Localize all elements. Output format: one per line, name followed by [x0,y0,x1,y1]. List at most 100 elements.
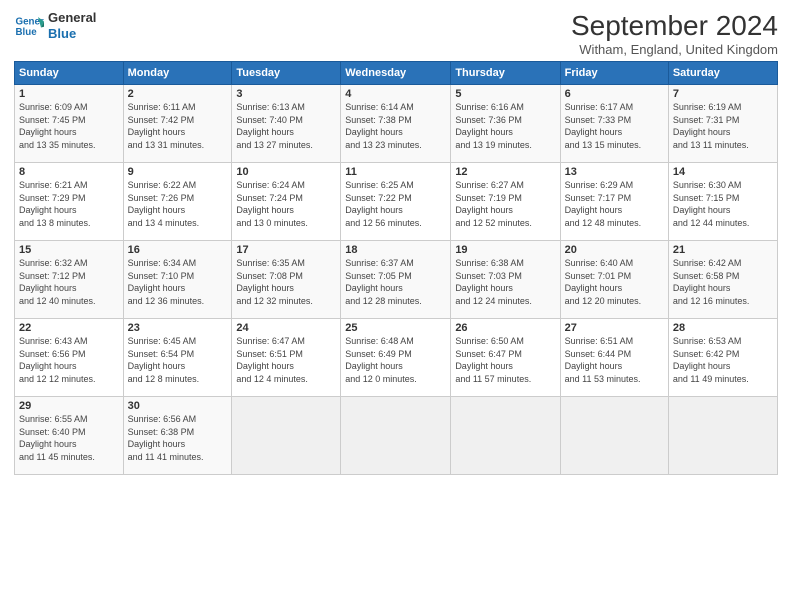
day-info: Sunrise: 6:32 AM Sunset: 7:12 PM Dayligh… [19,257,119,307]
logo-text-blue: Blue [48,26,96,42]
logo: General Blue General Blue [14,10,96,41]
day-number: 18 [345,244,446,256]
day-number: 4 [345,88,446,100]
calendar-week-row: 8 Sunrise: 6:21 AM Sunset: 7:29 PM Dayli… [15,163,778,241]
day-number: 27 [565,322,664,334]
table-row: 7 Sunrise: 6:19 AM Sunset: 7:31 PM Dayli… [668,85,777,163]
day-info: Sunrise: 6:42 AM Sunset: 6:58 PM Dayligh… [673,257,773,307]
day-number: 17 [236,244,336,256]
day-number: 2 [128,88,228,100]
day-info: Sunrise: 6:29 AM Sunset: 7:17 PM Dayligh… [565,179,664,229]
day-info: Sunrise: 6:38 AM Sunset: 7:03 PM Dayligh… [455,257,555,307]
day-info: Sunrise: 6:37 AM Sunset: 7:05 PM Dayligh… [345,257,446,307]
day-number: 24 [236,322,336,334]
day-info: Sunrise: 6:13 AM Sunset: 7:40 PM Dayligh… [236,101,336,151]
table-row: 15 Sunrise: 6:32 AM Sunset: 7:12 PM Dayl… [15,241,124,319]
main-container: General Blue General Blue September 2024… [0,0,792,485]
day-info: Sunrise: 6:19 AM Sunset: 7:31 PM Dayligh… [673,101,773,151]
table-row: 10 Sunrise: 6:24 AM Sunset: 7:24 PM Dayl… [232,163,341,241]
day-info: Sunrise: 6:21 AM Sunset: 7:29 PM Dayligh… [19,179,119,229]
table-row: 13 Sunrise: 6:29 AM Sunset: 7:17 PM Dayl… [560,163,668,241]
day-number: 10 [236,166,336,178]
day-info: Sunrise: 6:56 AM Sunset: 6:38 PM Dayligh… [128,413,228,463]
table-row [668,397,777,475]
day-info: Sunrise: 6:48 AM Sunset: 6:49 PM Dayligh… [345,335,446,385]
day-info: Sunrise: 6:45 AM Sunset: 6:54 PM Dayligh… [128,335,228,385]
location-subtitle: Witham, England, United Kingdom [571,42,778,57]
table-row: 27 Sunrise: 6:51 AM Sunset: 6:44 PM Dayl… [560,319,668,397]
day-number: 12 [455,166,555,178]
table-row: 3 Sunrise: 6:13 AM Sunset: 7:40 PM Dayli… [232,85,341,163]
day-number: 20 [565,244,664,256]
calendar-week-row: 22 Sunrise: 6:43 AM Sunset: 6:56 PM Dayl… [15,319,778,397]
table-row [451,397,560,475]
table-row: 16 Sunrise: 6:34 AM Sunset: 7:10 PM Dayl… [123,241,232,319]
table-row: 11 Sunrise: 6:25 AM Sunset: 7:22 PM Dayl… [341,163,451,241]
table-row: 24 Sunrise: 6:47 AM Sunset: 6:51 PM Dayl… [232,319,341,397]
day-number: 26 [455,322,555,334]
table-row: 21 Sunrise: 6:42 AM Sunset: 6:58 PM Dayl… [668,241,777,319]
day-info: Sunrise: 6:17 AM Sunset: 7:33 PM Dayligh… [565,101,664,151]
table-row: 5 Sunrise: 6:16 AM Sunset: 7:36 PM Dayli… [451,85,560,163]
day-info: Sunrise: 6:55 AM Sunset: 6:40 PM Dayligh… [19,413,119,463]
day-info: Sunrise: 6:47 AM Sunset: 6:51 PM Dayligh… [236,335,336,385]
table-row: 6 Sunrise: 6:17 AM Sunset: 7:33 PM Dayli… [560,85,668,163]
day-info: Sunrise: 6:22 AM Sunset: 7:26 PM Dayligh… [128,179,228,229]
table-row: 26 Sunrise: 6:50 AM Sunset: 6:47 PM Dayl… [451,319,560,397]
day-info: Sunrise: 6:25 AM Sunset: 7:22 PM Dayligh… [345,179,446,229]
day-number: 22 [19,322,119,334]
day-number: 7 [673,88,773,100]
day-info: Sunrise: 6:27 AM Sunset: 7:19 PM Dayligh… [455,179,555,229]
table-row [341,397,451,475]
logo-icon: General Blue [14,11,44,41]
table-row: 8 Sunrise: 6:21 AM Sunset: 7:29 PM Dayli… [15,163,124,241]
day-info: Sunrise: 6:35 AM Sunset: 7:08 PM Dayligh… [236,257,336,307]
day-info: Sunrise: 6:34 AM Sunset: 7:10 PM Dayligh… [128,257,228,307]
day-number: 3 [236,88,336,100]
day-number: 25 [345,322,446,334]
day-info: Sunrise: 6:11 AM Sunset: 7:42 PM Dayligh… [128,101,228,151]
col-friday: Friday [560,62,668,85]
calendar-week-row: 29 Sunrise: 6:55 AM Sunset: 6:40 PM Dayl… [15,397,778,475]
table-row: 30 Sunrise: 6:56 AM Sunset: 6:38 PM Dayl… [123,397,232,475]
day-number: 5 [455,88,555,100]
table-row: 9 Sunrise: 6:22 AM Sunset: 7:26 PM Dayli… [123,163,232,241]
logo-text-general: General [48,10,96,26]
day-info: Sunrise: 6:51 AM Sunset: 6:44 PM Dayligh… [565,335,664,385]
day-number: 1 [19,88,119,100]
day-number: 30 [128,400,228,412]
month-title: September 2024 [571,10,778,42]
table-row: 29 Sunrise: 6:55 AM Sunset: 6:40 PM Dayl… [15,397,124,475]
table-row: 25 Sunrise: 6:48 AM Sunset: 6:49 PM Dayl… [341,319,451,397]
col-wednesday: Wednesday [341,62,451,85]
table-row: 22 Sunrise: 6:43 AM Sunset: 6:56 PM Dayl… [15,319,124,397]
table-row: 23 Sunrise: 6:45 AM Sunset: 6:54 PM Dayl… [123,319,232,397]
day-info: Sunrise: 6:16 AM Sunset: 7:36 PM Dayligh… [455,101,555,151]
day-info: Sunrise: 6:40 AM Sunset: 7:01 PM Dayligh… [565,257,664,307]
day-info: Sunrise: 6:30 AM Sunset: 7:15 PM Dayligh… [673,179,773,229]
day-number: 9 [128,166,228,178]
table-row: 20 Sunrise: 6:40 AM Sunset: 7:01 PM Dayl… [560,241,668,319]
day-info: Sunrise: 6:53 AM Sunset: 6:42 PM Dayligh… [673,335,773,385]
title-block: September 2024 Witham, England, United K… [571,10,778,57]
table-row [560,397,668,475]
day-info: Sunrise: 6:50 AM Sunset: 6:47 PM Dayligh… [455,335,555,385]
col-monday: Monday [123,62,232,85]
day-number: 29 [19,400,119,412]
day-number: 23 [128,322,228,334]
table-row: 12 Sunrise: 6:27 AM Sunset: 7:19 PM Dayl… [451,163,560,241]
day-number: 28 [673,322,773,334]
table-row: 19 Sunrise: 6:38 AM Sunset: 7:03 PM Dayl… [451,241,560,319]
day-number: 19 [455,244,555,256]
table-row: 28 Sunrise: 6:53 AM Sunset: 6:42 PM Dayl… [668,319,777,397]
header-row: General Blue General Blue September 2024… [14,10,778,57]
table-row: 1 Sunrise: 6:09 AM Sunset: 7:45 PM Dayli… [15,85,124,163]
table-row: 4 Sunrise: 6:14 AM Sunset: 7:38 PM Dayli… [341,85,451,163]
calendar-week-row: 15 Sunrise: 6:32 AM Sunset: 7:12 PM Dayl… [15,241,778,319]
header-row-days: Sunday Monday Tuesday Wednesday Thursday… [15,62,778,85]
day-number: 6 [565,88,664,100]
calendar-week-row: 1 Sunrise: 6:09 AM Sunset: 7:45 PM Dayli… [15,85,778,163]
col-tuesday: Tuesday [232,62,341,85]
table-row: 2 Sunrise: 6:11 AM Sunset: 7:42 PM Dayli… [123,85,232,163]
day-number: 14 [673,166,773,178]
